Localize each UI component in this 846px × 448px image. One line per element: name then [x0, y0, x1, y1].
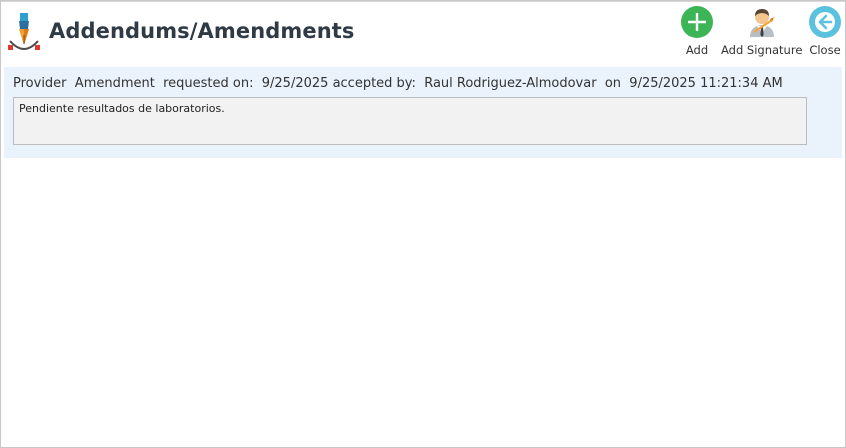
amendment-entry: Provider Amendment requested on: 9/25/20… — [4, 67, 842, 158]
user-signature-icon — [746, 6, 778, 38]
addendums-window: Addendums/Amendments Add Add Signature C… — [0, 0, 846, 448]
requested-date: 9/25/2025 — [261, 76, 329, 91]
on-label: on — [604, 76, 622, 91]
amendment-note-field[interactable]: Pendiente resultados de laboratorios. — [13, 97, 807, 145]
header-bar: Addendums/Amendments Add Add Signature C… — [1, 1, 845, 63]
add-button[interactable]: Add — [681, 6, 713, 57]
requested-label: requested on: — [163, 76, 254, 91]
plus-circle-icon — [681, 6, 713, 38]
amendments-list: Provider Amendment requested on: 9/25/20… — [1, 63, 845, 447]
add-signature-button[interactable]: Add Signature — [721, 6, 802, 57]
amendment-role: Provider — [13, 76, 67, 91]
pen-nib-icon — [7, 11, 41, 53]
accepted-by: Raul Rodriguez-Almodovar — [424, 76, 597, 91]
amendment-type: Amendment — [74, 76, 155, 91]
add-button-label: Add — [685, 43, 709, 57]
add-signature-button-label: Add Signature — [721, 43, 803, 57]
close-button-label: Close — [809, 43, 841, 57]
amendment-header: Provider Amendment requested on: 9/25/20… — [13, 76, 783, 91]
accepted-label: accepted by: — [332, 76, 416, 91]
arrow-left-circle-icon — [809, 6, 841, 38]
accepted-datetime: 9/25/2025 11:21:34 AM — [629, 76, 783, 91]
close-button[interactable]: Close — [809, 6, 841, 57]
page-title: Addendums/Amendments — [49, 19, 355, 43]
